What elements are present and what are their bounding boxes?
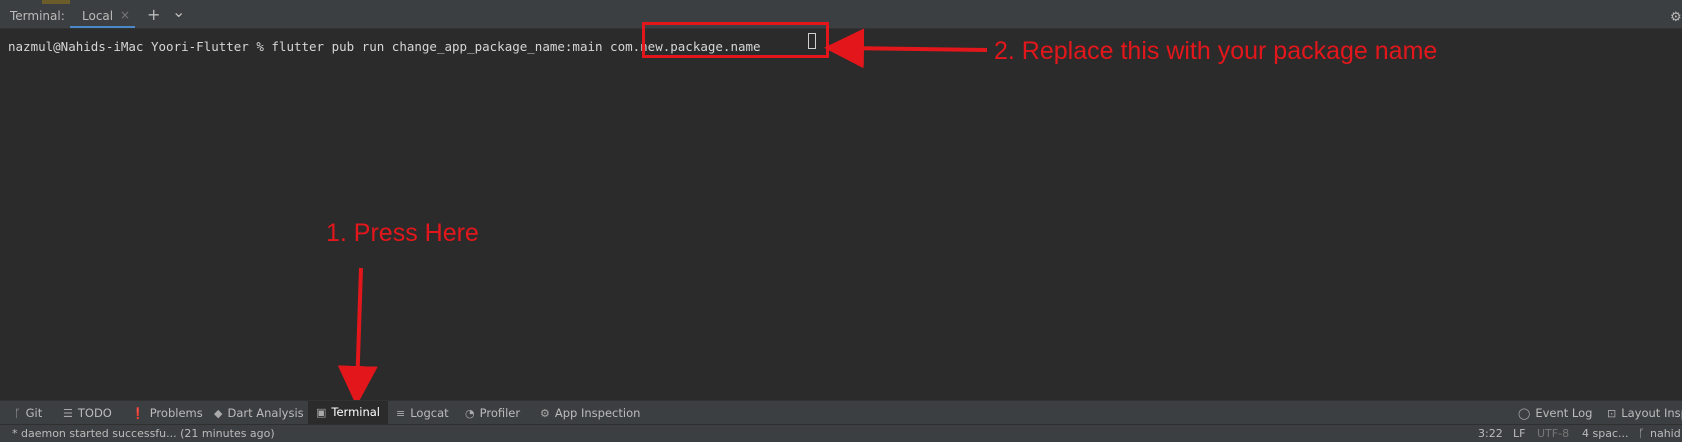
toolwindow-label: Terminal xyxy=(331,405,381,419)
problems-icon: ❗ xyxy=(131,407,145,420)
caret-position[interactable]: 3:22 xyxy=(1478,427,1503,440)
annotation-step-2: 2. Replace this with your package name xyxy=(994,37,1438,65)
status-message[interactable]: * daemon started successfu... (21 minute… xyxy=(12,427,275,440)
arrow-to-terminal-tab xyxy=(337,267,378,406)
todo-list-icon: ☰ xyxy=(63,407,73,420)
status-bar: * daemon started successfu... (21 minute… xyxy=(0,424,1682,442)
toolwindow-label: Problems xyxy=(149,406,203,420)
event-log-icon: ◯ xyxy=(1518,407,1531,420)
logcat-icon: ≡ xyxy=(396,407,406,420)
toolwindow-label: Event Log xyxy=(1535,406,1593,420)
toolwindow-app-inspection[interactable]: ⚙ App Inspection xyxy=(540,404,640,422)
toolwindow-label: Layout Insp xyxy=(1621,406,1682,420)
toolwindow-profiler[interactable]: ◔ Profiler xyxy=(465,404,520,422)
git-icon: ᚴ xyxy=(14,407,21,420)
git-branch[interactable]: nahid xyxy=(1650,427,1681,440)
toolwindow-label: Git xyxy=(25,406,43,420)
tool-window-bar: ᚴ Git ☰ TODO ❗ Problems ◆ Dart Analysis ▣ Ter… xyxy=(0,400,1682,424)
terminal-icon: ▣ xyxy=(316,406,327,419)
toolwindow-label: Dart Analysis xyxy=(227,406,304,420)
toolwindow-todo[interactable]: ☰ TODO xyxy=(63,404,112,422)
arrow-to-package-name xyxy=(824,28,988,69)
profiler-icon: ◔ xyxy=(465,407,475,420)
toolwindow-label: TODO xyxy=(77,406,112,420)
toolwindow-layout-inspector[interactable]: ⊡ Layout Insp xyxy=(1607,404,1682,422)
app-inspection-icon: ⚙ xyxy=(540,407,550,420)
toolwindow-event-log[interactable]: ◯ Event Log xyxy=(1518,404,1592,422)
indent-setting[interactable]: 4 spac... xyxy=(1582,427,1629,440)
line-separator[interactable]: LF xyxy=(1513,427,1525,440)
annotation-arrows xyxy=(337,28,988,406)
layout-inspector-icon: ⊡ xyxy=(1607,407,1617,420)
toolwindow-git[interactable]: ᚴ Git xyxy=(14,404,42,422)
toolwindow-label: Logcat xyxy=(410,406,449,420)
branch-icon: ᚴ xyxy=(1638,427,1645,440)
toolwindow-label: App Inspection xyxy=(554,406,641,420)
toolwindow-terminal[interactable]: ▣ Terminal xyxy=(308,401,389,424)
toolwindow-label: Profiler xyxy=(479,406,521,420)
dart-icon: ◆ xyxy=(214,407,223,420)
annotation-step-1: 1. Press Here xyxy=(326,219,479,247)
file-encoding[interactable]: UTF-8 xyxy=(1537,427,1569,440)
toolwindow-dart-analysis[interactable]: ◆ Dart Analysis xyxy=(214,404,304,422)
toolwindow-logcat[interactable]: ≡ Logcat xyxy=(396,404,449,422)
toolwindow-problems[interactable]: ❗ Problems xyxy=(131,404,203,422)
